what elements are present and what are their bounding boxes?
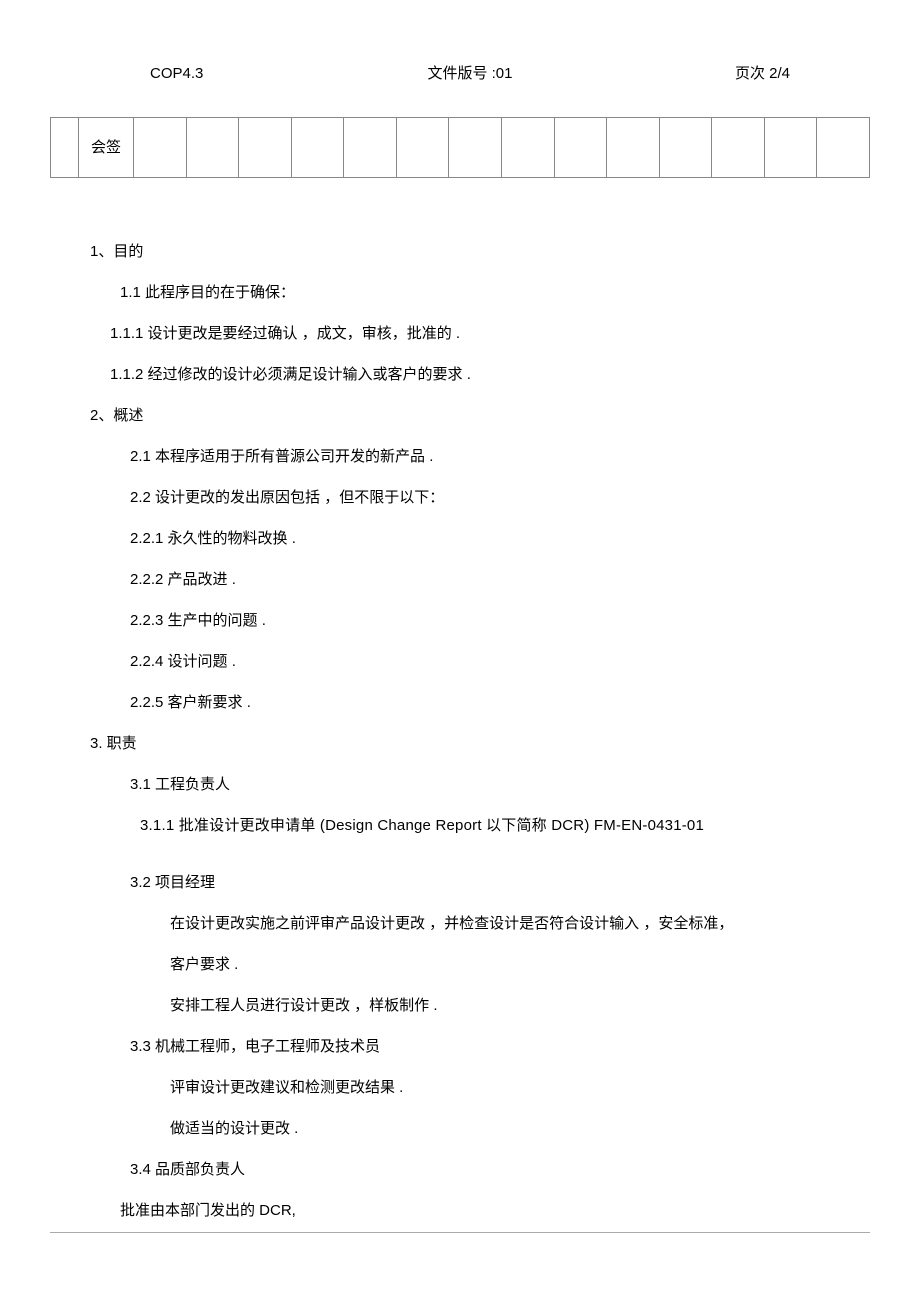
table-cell xyxy=(501,118,554,178)
table-cell xyxy=(659,118,712,178)
body-text: 3.3 机械工程师，电子工程师及技术员 xyxy=(130,1033,860,1060)
body-text: 评审设计更改建议和检测更改结果 . xyxy=(170,1074,860,1101)
table-cell xyxy=(291,118,344,178)
sign-label-cell: 会签 xyxy=(79,118,134,178)
body-text: 2.2.2 产品改进 . xyxy=(130,566,860,593)
table-row: 会签 xyxy=(51,118,870,178)
body-text: 3.1.1 批准设计更改申请单 (Design Change Report 以下… xyxy=(140,812,860,839)
body-text: 2.2.3 生产中的问题 . xyxy=(130,607,860,634)
body-text: 1.1.1 设计更改是要经过确认 ，成文，审核，批准的 . xyxy=(110,320,860,347)
table-cell xyxy=(396,118,449,178)
table-cell xyxy=(554,118,607,178)
signature-table: 会签 xyxy=(50,117,870,178)
body-text: 2.2.5 客户新要求 . xyxy=(130,689,860,716)
footer-divider xyxy=(50,1232,870,1233)
sign-label: 会签 xyxy=(91,139,121,156)
section-2-title: 2、概述 xyxy=(90,402,860,429)
body-text: 做适当的设计更改 . xyxy=(170,1115,860,1142)
body-text: 2.2 设计更改的发出原因包括 ，但不限于以下： xyxy=(130,484,860,511)
table-cell xyxy=(607,118,660,178)
body-text: 2.2.4 设计问题 . xyxy=(130,648,860,675)
body-text: 1.1.2 经过修改的设计必须满足设计输入或客户的要求 . xyxy=(110,361,860,388)
body-text: 3.4 品质部负责人 xyxy=(130,1156,860,1183)
table-cell xyxy=(817,118,870,178)
body-text: 客户要求 . xyxy=(170,951,860,978)
body-text: 安排工程人员进行设计更改 ，样板制作 . xyxy=(170,992,860,1019)
table-cell xyxy=(449,118,502,178)
table-cell xyxy=(712,118,765,178)
body-text: 2.2.1 永久性的物料改换 . xyxy=(130,525,860,552)
table-cell xyxy=(134,118,187,178)
page-number: 页次 2/4 xyxy=(577,60,830,87)
body-text: 在设计更改实施之前评审产品设计更改 ，并检查设计是否符合设计输入 ，安全标准， xyxy=(170,910,860,937)
page-header: COP4.3 文件版号 :01 页次 2/4 xyxy=(50,60,870,87)
section-1-title: 1、目的 xyxy=(90,238,860,265)
body-text: 2.1 本程序适用于所有普源公司开发的新产品 . xyxy=(130,443,860,470)
document-body: 1、目的 1.1 此程序目的在于确保： 1.1.1 设计更改是要经过确认 ，成文… xyxy=(50,238,870,1224)
body-text: 批准由本部门发出的 DCR, xyxy=(120,1197,860,1224)
table-cell xyxy=(186,118,239,178)
table-cell xyxy=(239,118,292,178)
body-text: 3.1 工程负责人 xyxy=(130,771,860,798)
body-text: 1.1 此程序目的在于确保： xyxy=(120,279,860,306)
version-label: 文件版号 :01 xyxy=(363,60,576,87)
table-cell xyxy=(764,118,817,178)
section-3-title: 3. 职责 xyxy=(90,730,860,757)
doc-code: COP4.3 xyxy=(150,60,363,87)
table-cell xyxy=(51,118,79,178)
body-text: 3.2 项目经理 xyxy=(130,869,860,896)
table-cell xyxy=(344,118,397,178)
